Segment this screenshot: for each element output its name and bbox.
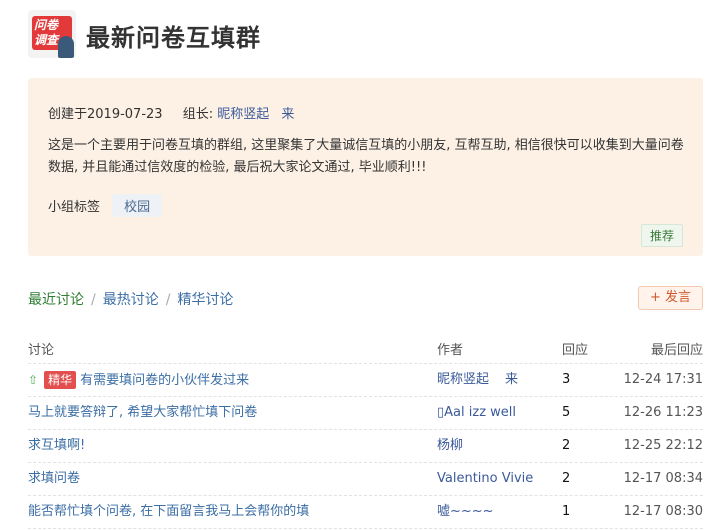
table-row: 马上就要答辩了, 希望大家帮忙填下问卷 ▯Aal izz well 5 12-2… <box>28 397 703 430</box>
header-author: 作者 <box>437 343 464 358</box>
last-reply-time: 12-26 11:23 <box>623 405 703 420</box>
discussion-table: 讨论 作者 回应 最后回应 ⇧ 精华 有需要填问卷的小伙伴发过来 昵称竖起 来 3 1… <box>28 338 703 529</box>
author-link[interactable]: Valentino Vivie <box>437 466 533 492</box>
table-row: 求互填啊! 杨柳 2 12-25 22:12 <box>28 430 703 463</box>
topic-link[interactable]: 马上就要答辩了, 希望大家帮忙填下问卷 <box>28 400 257 426</box>
last-reply-time: 12-24 17:31 <box>623 372 703 387</box>
pinned-up-arrow-icon: ⇧ <box>28 373 39 387</box>
reply-count: 1 <box>562 504 571 519</box>
reply-count: 3 <box>562 372 571 387</box>
logo-person-icon <box>58 36 74 58</box>
leader-name-link[interactable]: 昵称竖起 <box>217 107 269 122</box>
table-row: ⇧ 精华 有需要填问卷的小伙伴发过来 昵称竖起 来 3 12-24 17:31 <box>28 364 703 397</box>
tag-campus[interactable]: 校园 <box>112 194 163 217</box>
group-tags: 小组标签 校园 <box>48 194 163 217</box>
reply-count: 2 <box>562 471 571 486</box>
group-info-panel: 创建于2019-07-23 组长: 昵称竖起 来 这是一个主要用于问卷互填的群组… <box>28 78 703 256</box>
header-replies: 回应 <box>562 343 589 358</box>
reply-count: 5 <box>562 405 571 420</box>
tags-label: 小组标签 <box>48 200 101 215</box>
group-header: 问卷 调查 最新问卷互填群 <box>28 10 708 60</box>
featured-badge: 精华 <box>44 371 77 389</box>
author-link[interactable]: 昵称竖起 <box>437 372 489 387</box>
logo-text-line2: 调查 <box>34 33 59 47</box>
row-author-cell: 昵称竖起 来 <box>437 367 518 393</box>
author-link[interactable]: 杨柳 <box>437 433 463 459</box>
logo-text-line1: 问卷 <box>34 18 59 32</box>
table-row: 求填问卷 Valentino Vivie 2 12-17 08:34 <box>28 463 703 496</box>
table-header: 讨论 作者 回应 最后回应 <box>28 338 703 364</box>
header-title: 讨论 <box>28 343 55 358</box>
topic-link[interactable]: 求互填啊! <box>28 433 85 459</box>
table-row: 能否帮忙填个问卷, 在下面留言我马上会帮你的填 嘘~~~~ 1 12-17 08… <box>28 496 703 529</box>
post-button[interactable]: + 发言 <box>638 286 703 310</box>
page-title: 最新问卷互填群 <box>86 24 261 52</box>
last-reply-time: 12-17 08:30 <box>623 504 703 519</box>
leader-label: 组长: <box>182 107 214 122</box>
header-last-reply: 最后回应 <box>650 343 703 358</box>
group-meta: 创建于2019-07-23 组长: 昵称竖起 来 <box>48 103 294 122</box>
topic-link[interactable]: 求填问卷 <box>28 466 80 492</box>
row-title-cell: ⇧ 精华 有需要填问卷的小伙伴发过来 <box>28 367 249 394</box>
reply-count: 2 <box>562 438 571 453</box>
group-description: 这是一个主要用于问卷互填的群组, 这里聚集了大量诚信互填的小朋友, 互帮互助, … <box>48 138 684 175</box>
tab-recent[interactable]: 最近讨论 <box>28 292 84 308</box>
leader-suffix-link[interactable]: 来 <box>281 107 294 122</box>
tab-hot[interactable]: 最热讨论 <box>103 292 159 308</box>
created-date: 创建于2019-07-23 <box>48 107 163 122</box>
group-logo[interactable]: 问卷 调查 <box>28 10 76 58</box>
topic-link[interactable]: 能否帮忙填个问卷, 在下面留言我马上会帮你的填 <box>28 499 309 525</box>
recommend-button[interactable]: 推荐 <box>640 224 683 247</box>
author-link[interactable]: ▯Aal izz well <box>437 400 516 426</box>
last-reply-time: 12-25 22:12 <box>623 438 703 453</box>
last-reply-time: 12-17 08:34 <box>623 471 703 486</box>
tab-separator: / <box>165 292 171 308</box>
tab-separator: / <box>91 292 96 308</box>
discussion-tabs: 最近讨论 / 最热讨论 / 精华讨论 <box>28 289 233 309</box>
author-extra-link[interactable]: 来 <box>505 372 518 387</box>
tab-featured[interactable]: 精华讨论 <box>177 292 233 308</box>
topic-link[interactable]: 有需要填问卷的小伙伴发过来 <box>80 373 249 388</box>
author-link[interactable]: 嘘~~~~ <box>437 499 494 525</box>
